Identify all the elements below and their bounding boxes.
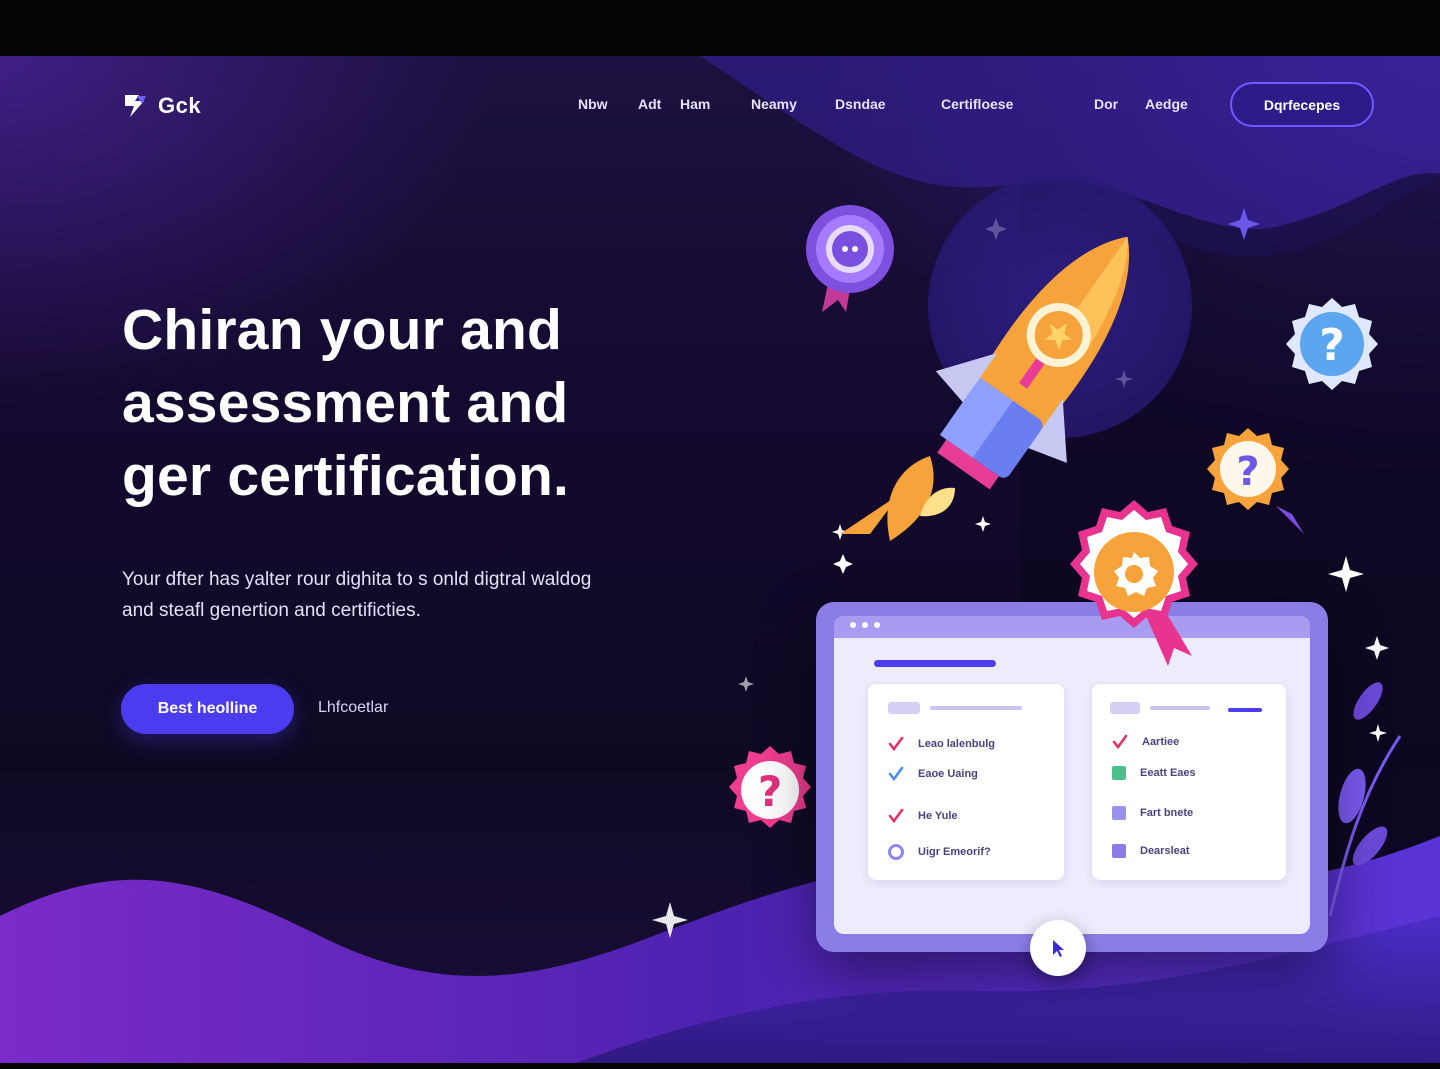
hero-illustration: ? ? ? Leao lalenbulg Eaoe Uaing He Yule … (0, 56, 1440, 1069)
question-badge-icon-orange: ? (1207, 428, 1304, 534)
square-icon (1112, 766, 1126, 780)
award-badge-icon (1070, 500, 1198, 666)
top-black-bar (0, 0, 1440, 56)
question-badge-icon: ? (1286, 298, 1378, 390)
question-badge-icon-pink: ? (729, 746, 811, 828)
window-dot (862, 622, 868, 628)
list-item-label: Uigr Emeorif? (918, 846, 991, 858)
cursor-button[interactable] (1030, 920, 1086, 976)
window-heading-bar (874, 660, 996, 667)
square-icon (1112, 844, 1126, 858)
check-icon (888, 808, 904, 824)
list-item[interactable]: He Yule (888, 808, 958, 824)
list-item-label: Eaoe Uaing (918, 768, 978, 780)
bottom-border (0, 1063, 1440, 1069)
window-dot (850, 622, 856, 628)
svg-text:?: ? (758, 767, 782, 816)
list-item[interactable]: Leao lalenbulg (888, 736, 995, 752)
list-item-label: Aartiee (1142, 736, 1180, 748)
checklist-card-left: Leao lalenbulg Eaoe Uaing He Yule Uigr E… (868, 684, 1064, 880)
list-item-label: Eeatt Eaes (1140, 767, 1196, 779)
check-icon (1112, 734, 1128, 750)
circle-icon (888, 844, 904, 860)
svg-text:?: ? (1236, 449, 1259, 495)
card-accent-line (1228, 708, 1262, 712)
list-item-label: Dearsleat (1140, 845, 1190, 857)
list-item[interactable]: Eaoe Uaing (888, 766, 978, 782)
card-header-line (1150, 706, 1210, 710)
check-icon (888, 736, 904, 752)
cursor-icon (1053, 940, 1064, 957)
list-item-label: He Yule (918, 810, 958, 822)
chat-badge-icon (806, 205, 894, 312)
list-item-label: Leao lalenbulg (918, 738, 996, 750)
card-header-chip (1110, 702, 1140, 714)
list-item[interactable]: Aartiee (1112, 734, 1179, 750)
checklist-card-right: Aartiee Eeatt Eaes Fart bnete Dearsleat (1092, 684, 1286, 880)
svg-text:?: ? (1319, 320, 1345, 371)
square-icon (1112, 806, 1126, 820)
check-icon (888, 766, 904, 782)
list-item[interactable]: Uigr Emeorif? (888, 844, 991, 860)
card-header-line (930, 706, 1022, 710)
landing-page: Gck Nbw Adt Ham Neamy Dsndae Certifloese… (0, 56, 1440, 1069)
list-item-label: Fart bnete (1140, 807, 1194, 819)
card-header-chip (888, 702, 920, 714)
window-dot (874, 622, 880, 628)
list-item[interactable]: Eeatt Eaes (1112, 766, 1196, 780)
list-item[interactable]: Dearsleat (1112, 844, 1190, 858)
list-item[interactable]: Fart bnete (1112, 806, 1193, 820)
